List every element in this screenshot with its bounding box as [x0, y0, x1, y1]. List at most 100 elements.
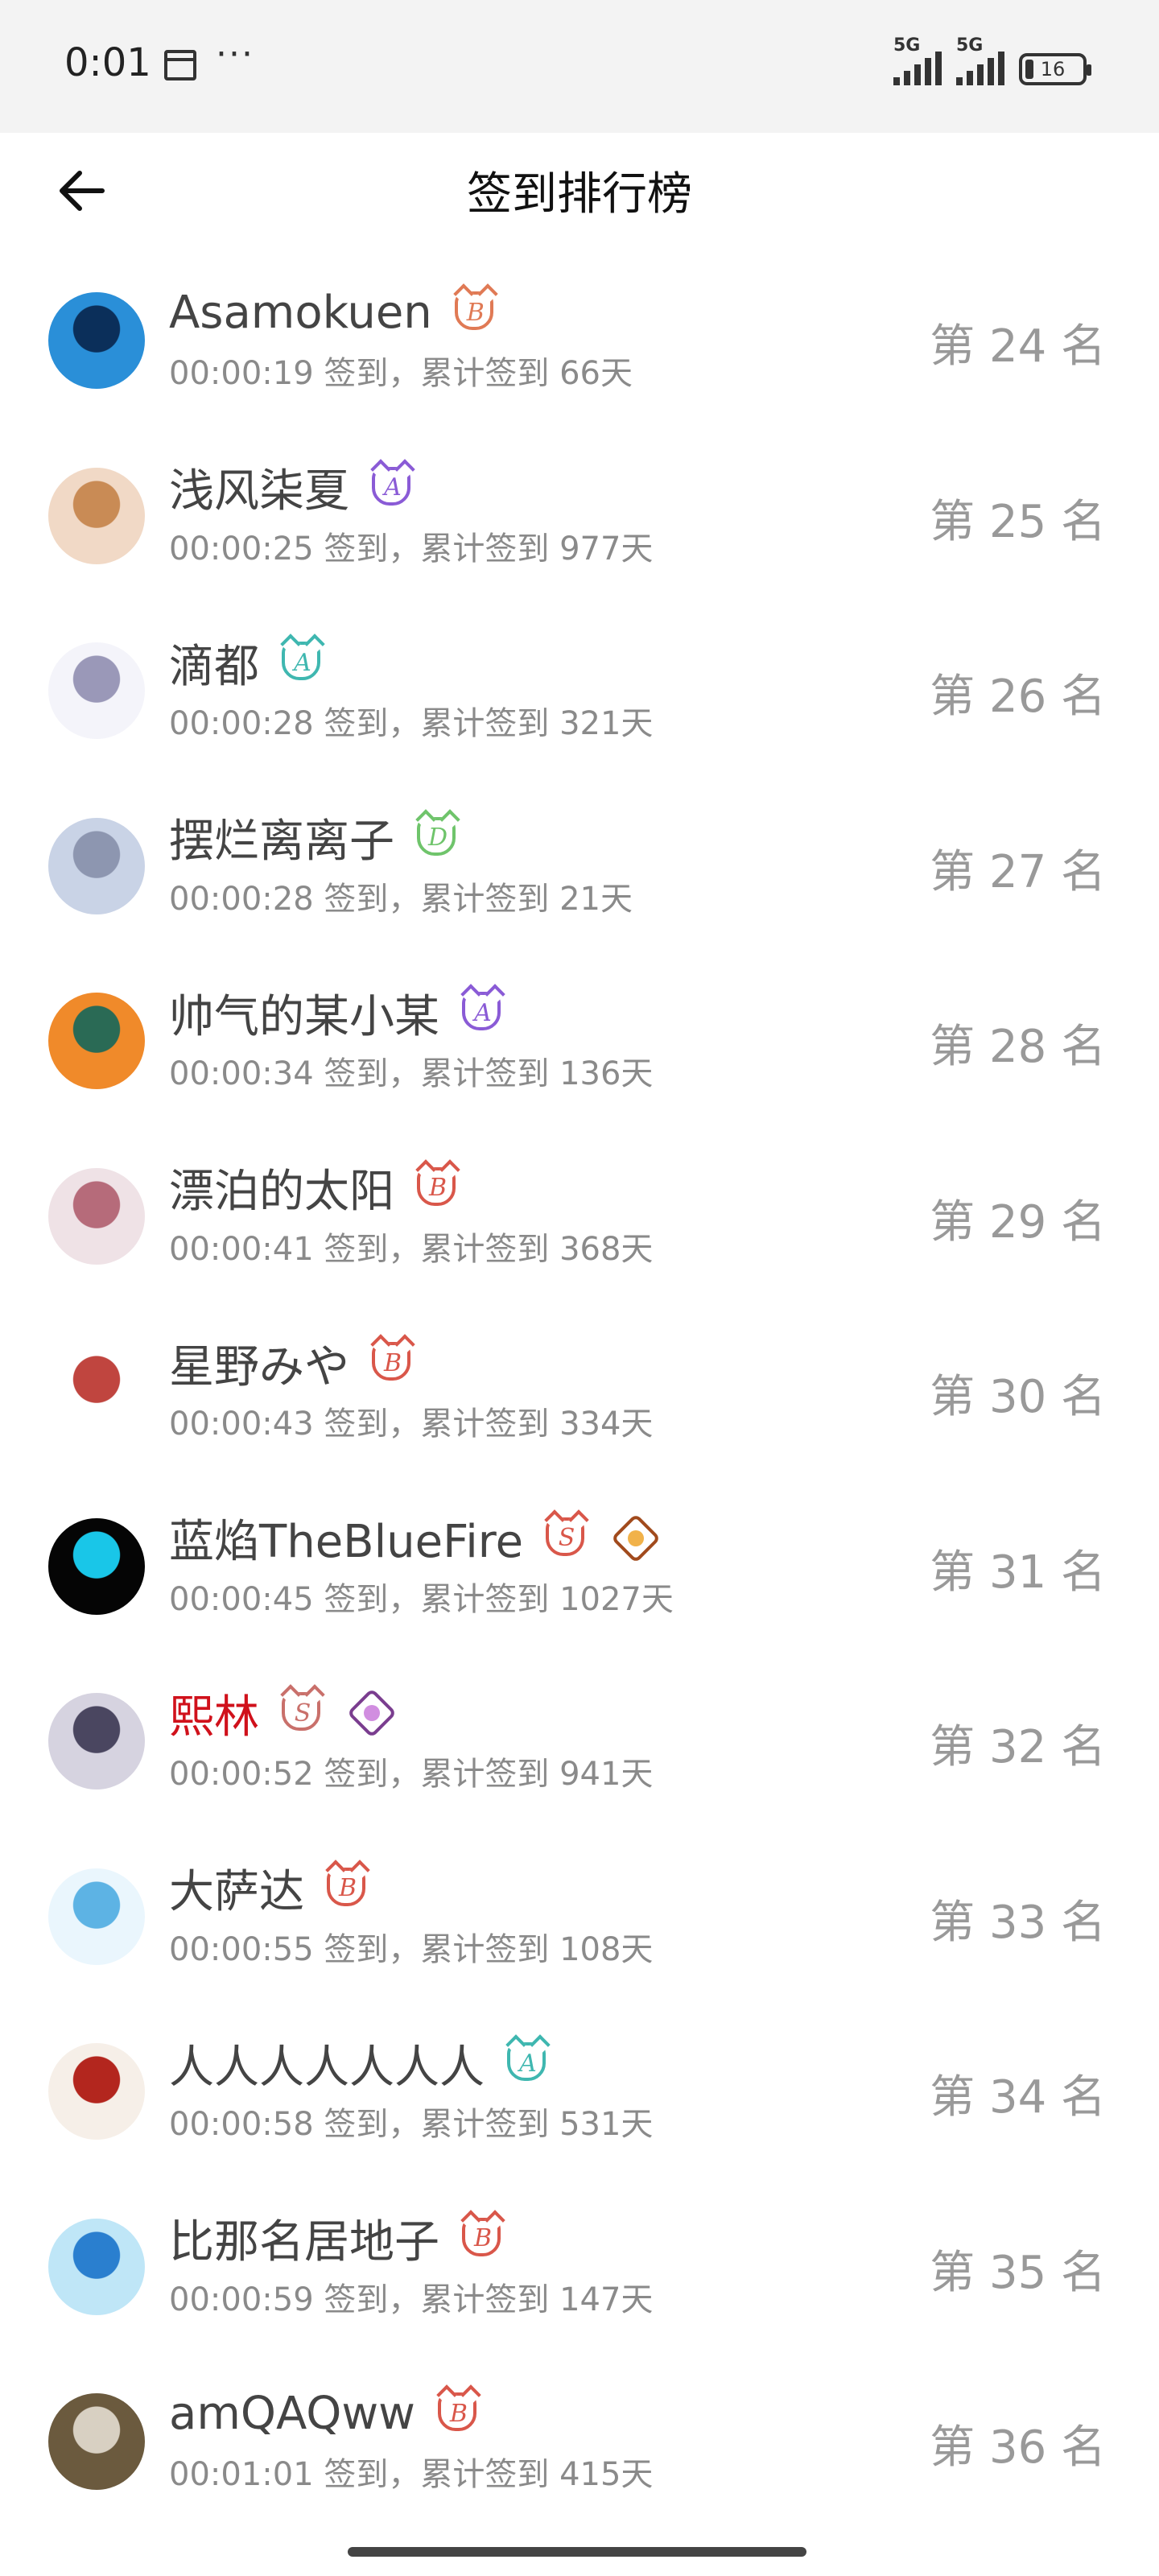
level-letter: A	[384, 473, 402, 502]
checkin-info: 00:00:45 签到，累计签到 1027天	[169, 1580, 674, 1618]
rank-label: 第 35 名	[930, 2246, 1106, 2299]
avatar[interactable]	[48, 1868, 145, 1965]
avatar[interactable]	[48, 817, 145, 914]
ranking-row[interactable]: 比那名居地子 B 00:00:59 签到，累计签到 147天 第 35 名	[0, 2196, 1159, 2372]
level-letter: A	[474, 998, 492, 1027]
username[interactable]: 星野みや	[169, 1331, 349, 1396]
username[interactable]: 滴都	[169, 630, 259, 696]
level-letter: B	[473, 2224, 493, 2252]
username[interactable]: 漂泊的太阳	[169, 1155, 394, 1220]
level-letter: B	[428, 1174, 448, 1202]
name-line: 浅风柒夏 A	[169, 458, 419, 518]
checkin-info: 00:00:25 签到，累计签到 977天	[169, 530, 654, 568]
level-letter: A	[294, 648, 311, 677]
rank-label: 第 24 名	[930, 320, 1106, 373]
level-badge-icon: B	[433, 2388, 485, 2439]
network-type-label: 5G	[956, 35, 984, 56]
level-badge-icon: A	[457, 987, 509, 1038]
more-notifications-icon: ···	[216, 34, 254, 75]
username[interactable]: 大萨达	[169, 1856, 304, 1921]
avatar[interactable]	[48, 1343, 145, 1439]
username[interactable]: 比那名居地子	[169, 2206, 439, 2271]
username[interactable]: amQAQww	[169, 2388, 415, 2440]
status-indicators: 5G 5G 16	[893, 35, 1091, 85]
ranking-row[interactable]: amQAQww B 00:01:01 签到，累计签到 415天 第 36 名	[0, 2371, 1159, 2546]
ranking-list: Asamokuen B 00:00:19 签到，累计签到 66天 第 24 名浅风柒夏…	[0, 270, 1159, 2546]
level-badge-icon: A	[367, 462, 419, 514]
rank-label: 第 26 名	[930, 671, 1106, 723]
username[interactable]: 熙林	[169, 1681, 259, 1746]
checkin-info: 00:00:59 签到，累计签到 147天	[169, 2281, 654, 2318]
rank-label: 第 29 名	[930, 1195, 1106, 1249]
signal-icon: 5G	[956, 35, 1004, 85]
username[interactable]: 蓝焰TheBlueFire	[169, 1505, 523, 1571]
level-letter: B	[449, 2399, 468, 2428]
rank-label: 第 25 名	[930, 495, 1106, 548]
ranking-row[interactable]: 大萨达 B 00:00:55 签到，累计签到 108天 第 33 名	[0, 1846, 1159, 2021]
network-type-label: 5G	[893, 35, 921, 56]
name-line: 人人人人人人人 A	[169, 2031, 554, 2096]
avatar[interactable]	[48, 292, 145, 389]
ranking-row[interactable]: 人人人人人人人 A 00:00:58 签到，累计签到 531天 第 34 名	[0, 2021, 1159, 2196]
level-letter: S	[294, 1699, 311, 1728]
level-badge-icon: B	[412, 1162, 464, 1214]
ranking-row[interactable]: Asamokuen B 00:00:19 签到，累计签到 66天 第 24 名	[0, 270, 1159, 445]
level-letter: B	[383, 1348, 402, 1377]
name-line: 蓝焰TheBlueFire S	[169, 1509, 662, 1568]
medal-icon	[610, 1513, 662, 1564]
rank-label: 第 31 名	[930, 1546, 1106, 1599]
medal-icon	[346, 1687, 398, 1739]
level-badge-icon: B	[457, 2213, 509, 2264]
ranking-row[interactable]: 滴都 A 00:00:28 签到，累计签到 321天 第 26 名	[0, 620, 1159, 795]
avatar[interactable]	[48, 2393, 145, 2490]
checkin-info: 00:00:28 签到，累计签到 321天	[169, 705, 654, 742]
level-badge-icon: S	[277, 1687, 328, 1739]
checkin-info: 00:00:28 签到，累计签到 21天	[169, 880, 633, 918]
username[interactable]: 浅风柒夏	[169, 455, 349, 520]
ranking-row[interactable]: 漂泊的太阳 B 00:00:41 签到，累计签到 368天 第 29 名	[0, 1146, 1159, 1321]
rank-label: 第 34 名	[930, 2071, 1106, 2124]
avatar[interactable]	[48, 2218, 145, 2315]
avatar[interactable]	[48, 467, 145, 564]
checkin-info: 00:00:43 签到，累计签到 334天	[169, 1406, 654, 1443]
home-indicator[interactable]	[348, 2547, 806, 2557]
checkin-info: 00:00:41 签到，累计签到 368天	[169, 1230, 654, 1268]
ranking-row[interactable]: 浅风柒夏 A 00:00:25 签到，累计签到 977天 第 25 名	[0, 445, 1159, 621]
level-letter: A	[519, 2049, 537, 2078]
ranking-row[interactable]: 熙林 S 00:00:52 签到，累计签到 941天 第 32 名	[0, 1670, 1159, 1846]
avatar[interactable]	[48, 2043, 145, 2140]
checkin-info: 00:00:34 签到，累计签到 136天	[169, 1055, 654, 1092]
page-title: 签到排行榜	[467, 168, 692, 221]
ranking-row[interactable]: 蓝焰TheBlueFire S 00:00:45 签到，累计签到 1027天第 31…	[0, 1496, 1159, 1671]
username[interactable]: 人人人人人人人	[169, 2031, 485, 2096]
ranking-row[interactable]: 摆烂离离子 D 00:00:28 签到，累计签到 21天 第 27 名	[0, 795, 1159, 971]
name-line: 滴都 A	[169, 633, 328, 693]
level-letter: B	[338, 1874, 357, 1902]
status-time: 0:01	[64, 40, 151, 85]
username[interactable]: 摆烂离离子	[169, 805, 394, 870]
level-badge-icon: S	[541, 1513, 592, 1564]
avatar[interactable]	[48, 642, 145, 739]
level-letter: S	[558, 1524, 575, 1552]
avatar[interactable]	[48, 993, 145, 1089]
checkin-info: 00:01:01 签到，累计签到 415天	[169, 2456, 654, 2493]
username[interactable]: 帅气的某小某	[169, 980, 439, 1046]
avatar[interactable]	[48, 1167, 145, 1265]
name-line: 摆烂离离子 D	[169, 808, 464, 868]
status-bar: 0:01 ··· 5G 5G 16	[0, 0, 1159, 133]
rank-label: 第 36 名	[930, 2421, 1106, 2474]
notification-icon	[164, 50, 196, 80]
avatar[interactable]	[48, 1517, 145, 1615]
battery-level: 16	[1040, 58, 1066, 80]
name-line: 比那名居地子 B	[169, 2209, 509, 2268]
rank-label: 第 27 名	[930, 845, 1106, 898]
ranking-row[interactable]: 帅气的某小某 A 00:00:34 签到，累计签到 136天 第 28 名	[0, 970, 1159, 1146]
ranking-row[interactable]: 星野みや B 00:00:43 签到，累计签到 334天 第 30 名	[0, 1320, 1159, 1496]
checkin-info: 00:00:58 签到，累计签到 531天	[169, 2106, 654, 2143]
username[interactable]: Asamokuen	[169, 287, 432, 339]
avatar[interactable]	[48, 1693, 145, 1790]
signal-icon: 5G	[893, 35, 942, 85]
level-badge-icon: B	[367, 1337, 419, 1389]
checkin-info: 00:00:52 签到，累计签到 941天	[169, 1756, 654, 1793]
name-line: 大萨达 B	[169, 1859, 373, 1918]
